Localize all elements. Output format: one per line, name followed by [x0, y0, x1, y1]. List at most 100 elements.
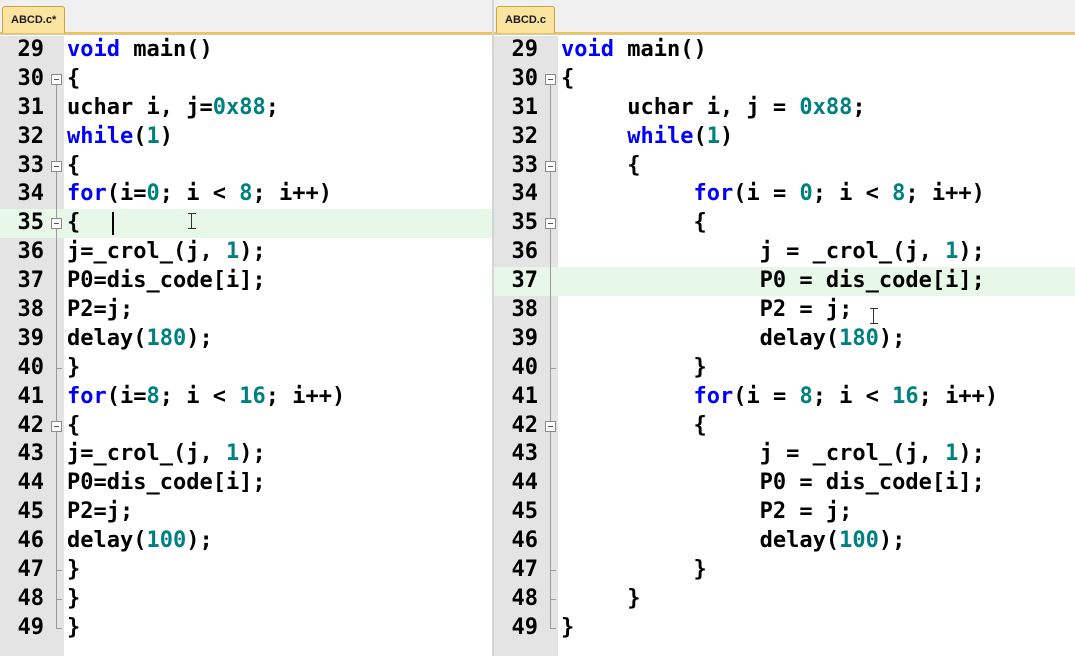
code-text[interactable]: } — [561, 614, 574, 643]
code-line[interactable]: 43 j = _crol_(j, 1); — [494, 440, 1075, 470]
code-line[interactable]: 36 j = _crol_(j, 1); — [494, 238, 1075, 268]
code-line[interactable]: 48 } — [494, 584, 1075, 614]
code-line[interactable]: 34 for(i=0; i < 8; i++) — [0, 180, 492, 210]
code-line[interactable]: 34 for(i = 0; i < 8; i++) — [494, 180, 1075, 210]
code-text[interactable]: for(i = 0; i < 8; i++) — [561, 180, 984, 209]
code-text[interactable]: { — [67, 412, 80, 441]
code-line[interactable]: 37 P0 = dis_code[i]; — [494, 267, 1075, 297]
code-line[interactable]: 46 delay(100); — [0, 527, 492, 557]
code-line[interactable]: 48} — [0, 584, 492, 614]
tab-abcd-modified[interactable]: ABCD.c* — [2, 6, 66, 33]
code-line[interactable]: 42 { — [494, 411, 1075, 441]
code-text[interactable]: for(i=0; i < 8; i++) — [67, 180, 332, 209]
code-line[interactable]: 40 } — [494, 353, 1075, 383]
code-line[interactable]: 45 P2=j; — [0, 498, 492, 528]
tab-bar: ABCD.c* — [0, 0, 492, 35]
code-line[interactable]: 44 P0 = dis_code[i]; — [494, 469, 1075, 499]
code-line[interactable]: 45 P2 = j; — [494, 498, 1075, 528]
code-text[interactable]: void main() — [561, 36, 707, 65]
code-line[interactable]: 42 { — [0, 411, 492, 441]
code-line[interactable]: 33 { — [0, 151, 492, 181]
code-text[interactable]: } — [561, 585, 640, 614]
code-line[interactable]: 40} — [0, 353, 492, 383]
fold-toggle-icon[interactable] — [545, 151, 557, 181]
fold-toggle-icon[interactable] — [545, 65, 557, 94]
code-text[interactable]: P2 = j; — [561, 296, 853, 325]
code-text[interactable]: { — [561, 412, 706, 441]
code-line[interactable]: 29 void main() — [494, 36, 1075, 65]
code-line[interactable]: 30 { — [0, 65, 492, 94]
code-text[interactable]: void main() — [67, 36, 213, 65]
code-text[interactable]: } — [67, 614, 80, 643]
code-text[interactable]: delay(180); — [67, 325, 213, 354]
code-line[interactable]: 32 while(1) — [494, 122, 1075, 152]
code-text[interactable]: { — [561, 209, 706, 238]
code-text[interactable]: P0 = dis_code[i]; — [561, 469, 985, 498]
code-text[interactable]: { — [67, 152, 80, 181]
code-text[interactable]: uchar i, j = 0x88; — [561, 94, 865, 123]
code-line[interactable]: 46 delay(100); — [494, 527, 1075, 557]
code-text[interactable]: P0=dis_code[i]; — [67, 469, 266, 498]
code-text[interactable]: delay(100); — [67, 527, 213, 556]
code-text[interactable]: j=_crol_(j, 1); — [67, 238, 266, 267]
code-text[interactable]: P2=j; — [67, 498, 133, 527]
code-text[interactable]: j = _crol_(j, 1); — [561, 238, 985, 267]
code-editor[interactable]: 29 void main() 30 {31 uchar i, j=0x88; 32 whil… — [0, 36, 492, 656]
fold-toggle-icon[interactable] — [51, 151, 63, 181]
code-text[interactable]: uchar i, j=0x88; — [67, 94, 279, 123]
code-text[interactable]: delay(100); — [561, 527, 906, 556]
code-text[interactable]: P0=dis_code[i]; — [67, 267, 266, 296]
code-text[interactable]: } — [561, 354, 706, 383]
code-line[interactable]: 33 { — [494, 151, 1075, 181]
code-line[interactable]: 38 P2 = j; — [494, 296, 1075, 325]
code-line[interactable]: 39 delay(180); — [0, 324, 492, 354]
code-line[interactable]: 31 uchar i, j=0x88; — [0, 93, 492, 123]
code-text[interactable]: P0 = dis_code[i]; — [561, 267, 985, 296]
code-line[interactable]: 41 for(i = 8; i < 16; i++) — [494, 382, 1075, 412]
number-token: 1 — [225, 239, 240, 265]
code-line[interactable]: 32 while(1) — [0, 122, 492, 152]
code-text[interactable]: while(1) — [67, 123, 173, 152]
code-line[interactable]: 47} — [0, 556, 492, 585]
code-line[interactable]: 49} — [0, 613, 492, 643]
code-text[interactable]: { — [561, 65, 574, 94]
code-text[interactable]: } — [67, 556, 80, 585]
code-line[interactable]: 31 uchar i, j = 0x88; — [494, 93, 1075, 123]
code-line[interactable]: 36 j=_crol_(j, 1); — [0, 238, 492, 268]
fold-toggle-icon[interactable] — [545, 411, 557, 441]
code-line[interactable]: 37 P0=dis_code[i]; — [0, 267, 492, 297]
code-text[interactable]: { — [67, 65, 80, 94]
code-line[interactable]: 44 P0=dis_code[i]; — [0, 469, 492, 499]
code-text[interactable]: } — [67, 585, 80, 614]
fold-toggle-icon[interactable] — [51, 411, 63, 441]
code-editor[interactable]: 29 void main() 30 {31 uchar i, j = 0x88; 32 … — [494, 36, 1075, 656]
code-text[interactable]: j = _crol_(j, 1); — [561, 440, 985, 469]
code-line[interactable]: 29 void main() — [0, 36, 492, 65]
code-line[interactable]: 39 delay(180); — [494, 324, 1075, 354]
line-number: 48 — [17, 585, 45, 611]
code-line[interactable]: 30 { — [494, 65, 1075, 94]
code-line[interactable]: 43 j=_crol_(j, 1); — [0, 440, 492, 470]
code-line[interactable]: 49} — [494, 613, 1075, 643]
code-text[interactable]: P2 = j; — [561, 498, 853, 527]
code-line[interactable]: 35 { — [494, 209, 1075, 239]
code-text[interactable]: { — [67, 209, 80, 238]
code-text[interactable]: for(i = 8; i < 16; i++) — [561, 383, 998, 412]
code-line[interactable]: 47 } — [494, 556, 1075, 585]
fold-toggle-icon[interactable] — [545, 209, 557, 239]
code-line[interactable]: 41 for(i=8; i < 16; i++) — [0, 382, 492, 412]
code-text[interactable]: } — [67, 354, 80, 383]
tab-abcd[interactable]: ABCD.c — [496, 6, 555, 33]
code-text[interactable]: j=_crol_(j, 1); — [67, 440, 266, 469]
code-text[interactable]: while(1) — [561, 123, 733, 152]
code-text[interactable]: { — [561, 152, 640, 181]
code-line[interactable]: 35 { — [0, 209, 492, 239]
code-text[interactable]: P2=j; — [67, 296, 133, 325]
code-text[interactable]: delay(180); — [561, 325, 906, 354]
code-text[interactable]: for(i=8; i < 16; i++) — [67, 383, 345, 412]
fold-toggle-icon[interactable] — [51, 209, 63, 239]
line-number: 41 — [17, 383, 45, 409]
code-line[interactable]: 38 P2=j; — [0, 296, 492, 325]
fold-toggle-icon[interactable] — [51, 65, 63, 94]
code-text[interactable]: } — [561, 556, 706, 585]
